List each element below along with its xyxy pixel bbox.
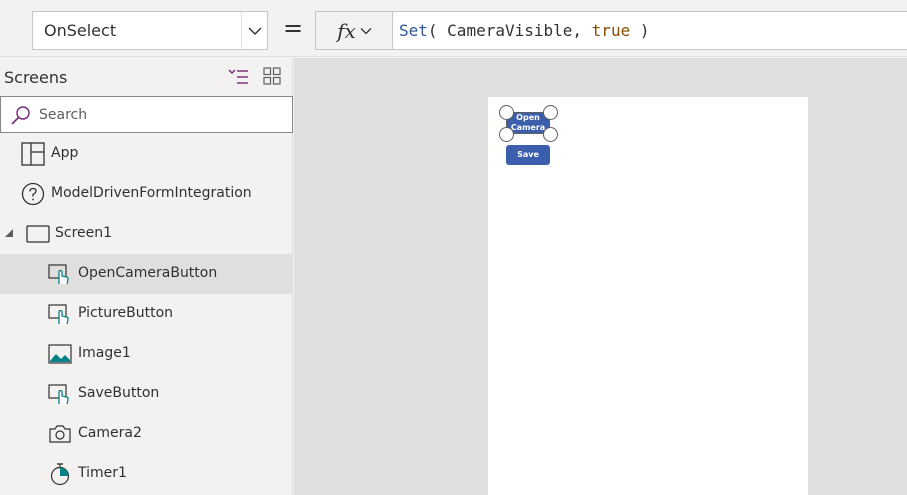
tree-item-screen1[interactable]: Screen1 xyxy=(0,214,292,254)
fx-icon: fx xyxy=(337,18,356,43)
tree-item-label: Camera2 xyxy=(78,425,142,441)
formula-bar: OnSelect = fx Set( CameraVisible, true ) xyxy=(0,0,907,57)
property-dropdown[interactable]: OnSelect xyxy=(32,11,268,50)
formula-text: Set( CameraVisible, true ) xyxy=(399,21,649,40)
button-icon xyxy=(48,264,69,285)
expand-caret-icon[interactable] xyxy=(4,228,14,238)
resize-handle-bottom-right[interactable] xyxy=(543,127,558,142)
tree-item-model-driven-form-integration[interactable]: ModelDrivenFormIntegration xyxy=(0,174,292,214)
image-icon xyxy=(48,344,72,364)
tree-item-label: ModelDrivenFormIntegration xyxy=(51,185,252,201)
canvas-area: Open Camera Save xyxy=(294,58,907,495)
screen-icon xyxy=(26,225,50,243)
search-icon xyxy=(11,106,30,125)
tree-item-label: SaveButton xyxy=(78,385,160,401)
formula-argument: CameraVisible, xyxy=(447,21,592,40)
tree-item-camera2[interactable]: Camera2 xyxy=(0,414,292,454)
resize-handle-top-left[interactable] xyxy=(499,105,514,120)
tree-item-app[interactable]: App xyxy=(0,134,292,174)
tree-item-label: Timer1 xyxy=(78,465,127,481)
tree-item-label: Image1 xyxy=(78,345,131,361)
formula-open-paren: ( xyxy=(427,21,448,40)
tree-view-pane: Screens Search App ModelDrivenFormIntegr… xyxy=(0,58,293,495)
tree-view-icon[interactable] xyxy=(227,67,249,87)
chevron-down-icon xyxy=(360,27,372,34)
question-icon xyxy=(21,182,45,206)
tree-item-label: App xyxy=(51,145,79,161)
picture-button-icon xyxy=(48,304,69,325)
formula-function: Set xyxy=(399,21,428,40)
chevron-down-icon[interactable] xyxy=(241,12,267,49)
button-icon xyxy=(48,384,69,405)
formula-close-paren: ) xyxy=(630,21,650,40)
tree-item-label: Screen1 xyxy=(55,225,113,241)
screen-canvas[interactable]: Open Camera Save xyxy=(488,97,808,495)
pane-title: Screens xyxy=(4,68,68,87)
search-input[interactable]: Search xyxy=(0,96,293,133)
camera-icon xyxy=(49,425,71,443)
tree-item-timer1[interactable]: Timer1 xyxy=(0,454,292,494)
tree-item-label: OpenCameraButton xyxy=(78,265,218,281)
formula-input[interactable]: Set( CameraVisible, true ) xyxy=(392,11,907,50)
app-icon xyxy=(21,142,45,166)
tree-item-label: PictureButton xyxy=(78,305,174,321)
resize-handle-bottom-left[interactable] xyxy=(499,127,514,142)
tree-item-picture-button[interactable]: PictureButton xyxy=(0,294,292,334)
property-value: OnSelect xyxy=(44,21,117,40)
tree-item-image1[interactable]: Image1 xyxy=(0,334,292,374)
resize-handle-top-right[interactable] xyxy=(543,105,558,120)
thumbnail-view-icon[interactable] xyxy=(263,67,281,85)
search-placeholder: Search xyxy=(39,107,88,123)
fx-button[interactable]: fx xyxy=(315,11,393,50)
formula-boolean: true xyxy=(591,21,631,40)
tree-item-save-button[interactable]: SaveButton xyxy=(0,374,292,414)
equals-sign: = xyxy=(283,14,304,42)
timer-icon xyxy=(50,463,70,486)
tree-item-open-camera-button[interactable]: OpenCameraButton xyxy=(0,254,292,294)
save-button[interactable]: Save xyxy=(506,145,550,165)
tree-header: Screens xyxy=(0,58,293,96)
